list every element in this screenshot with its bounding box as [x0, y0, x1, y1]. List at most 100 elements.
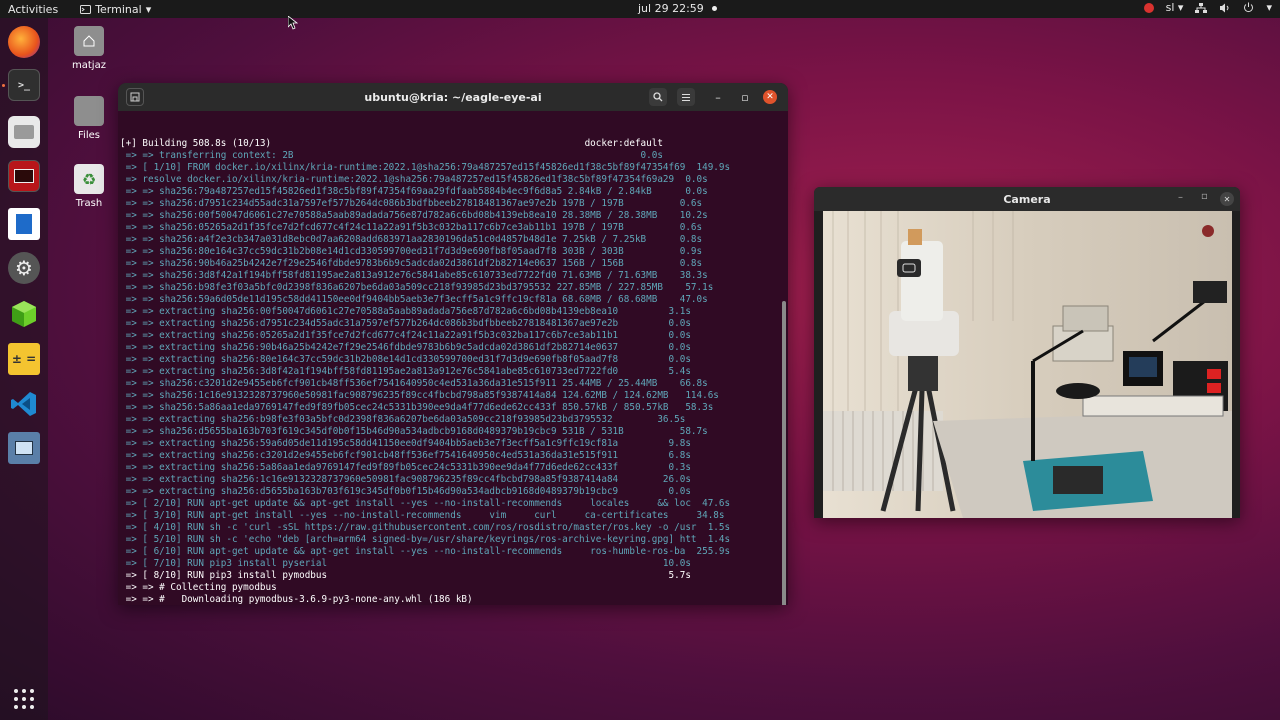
cube-icon — [12, 301, 36, 327]
terminal-line: => => extracting sha256:59a6d05de11d195c… — [120, 438, 691, 449]
close-icon[interactable]: ✕ — [763, 90, 777, 104]
maximize-icon[interactable]: ▫ — [736, 88, 754, 106]
files-icon[interactable] — [8, 116, 40, 148]
terminal-icon[interactable]: >_ — [8, 69, 40, 101]
terminal-small-icon — [80, 4, 92, 14]
camera-window[interactable]: Camera – ▫ ✕ — [814, 187, 1240, 518]
mouse-pointer-icon — [288, 16, 298, 30]
maximize-icon[interactable]: ▫ — [1201, 191, 1208, 202]
terminal-line: => => extracting sha256:d5655ba163b703f6… — [120, 486, 691, 497]
terminal-line: => => sha256:90b46a25b4242e7f29e2546fdbd… — [120, 258, 703, 269]
terminal-line: => => # Collecting pymodbus — [120, 582, 277, 593]
camera-title: Camera — [1003, 193, 1051, 206]
remote-desktop-icon[interactable] — [8, 160, 40, 192]
clock[interactable]: jul 29 22:59 — [638, 2, 717, 15]
network-icon[interactable] — [1195, 2, 1208, 13]
trash-icon: ♻ — [74, 164, 104, 194]
vscode-logo-icon — [11, 392, 36, 416]
terminal-line: => => sha256:a4f2e3cb347a031d8ebc0d7aa62… — [120, 234, 703, 245]
desktop-icon-label: matjaz — [72, 60, 106, 71]
show-apps-grid-icon[interactable] — [8, 683, 40, 715]
chevron-down-icon[interactable]: ▾ — [1266, 1, 1272, 14]
terminal-scrollbar[interactable] — [782, 301, 786, 605]
desktop-files[interactable]: Files — [59, 96, 119, 141]
folder-shape — [14, 125, 34, 139]
search-glyph — [653, 92, 663, 102]
active-indicator — [2, 84, 5, 87]
settings-gear-icon[interactable]: ⚙ — [8, 252, 40, 284]
desktop-icon-label: Files — [78, 130, 100, 141]
terminal-header[interactable]: ubuntu@kria: ~/eagle-eye-ai – ▫ ✕ — [118, 83, 788, 111]
camera-scene-image — [823, 211, 1232, 518]
terminal-line: => => extracting sha256:90b46a25b4242e7f… — [120, 342, 691, 353]
activities-button[interactable]: Activities — [0, 3, 66, 16]
terminal-line: => => sha256:5a86aa1eda9769147fed9f89fb0… — [120, 402, 714, 413]
firefox-icon[interactable] — [8, 26, 40, 58]
writer-icon[interactable] — [8, 208, 40, 240]
terminal-line: => => sha256:00f50047d6061c27e70588a5aab… — [120, 210, 708, 221]
language-label: sl — [1165, 1, 1175, 14]
recording-icon[interactable] — [1143, 2, 1154, 13]
terminal-line: => => extracting sha256:1c16e91323287379… — [120, 474, 691, 485]
terminal-line: => => extracting sha256:b98fe3f03a5bfc0d… — [120, 414, 686, 425]
terminal-line: => => sha256:3d8f42a1f194bff58fd81195ae2… — [120, 270, 708, 281]
terminal-line: => => extracting sha256:5a86aa1eda976914… — [120, 462, 691, 473]
terminal-line: => => sha256:d7951c234d55adc31a7597ef577… — [120, 198, 703, 209]
terminal-line: => => extracting sha256:c3201d2e9455eb6f… — [120, 450, 691, 461]
search-icon[interactable] — [649, 88, 667, 106]
desktop-icon-label: Trash — [75, 198, 103, 209]
desktop-trash[interactable]: ♻ Trash — [59, 164, 119, 209]
terminal-line: => => extracting sha256:3d8f42a1f194bff5… — [120, 366, 691, 377]
house-glyph — [83, 35, 95, 47]
terminal-line: => => extracting sha256:00f50047d6061c27… — [120, 306, 691, 317]
hamburger-menu-icon[interactable] — [677, 88, 695, 106]
home-folder-icon — [74, 26, 104, 56]
notification-dot-icon — [711, 6, 717, 11]
language-indicator[interactable]: sl ▾ — [1166, 1, 1184, 14]
terminal-line: => => sha256:05265a2d1f35fce7d2fcd677c4f… — [120, 222, 703, 233]
screenshot-tool-icon[interactable] — [8, 432, 40, 464]
terminal-line: => => sha256:80e164c37cc59dc31b2b08e14d1… — [120, 246, 703, 257]
terminal-line: => => sha256:59a6d05de11d195c58dd41150ee… — [120, 294, 708, 305]
terminal-line: => [ 8/10] RUN pip3 install pymodbus 5.7… — [120, 570, 691, 581]
terminal-output[interactable]: [+] Building 508.8s (10/13) docker:defau… — [118, 111, 788, 605]
chevron-down-icon: ▾ — [145, 2, 152, 16]
top-bar: Activities Terminal ▾ jul 29 22:59 sl ▾ … — [0, 0, 1280, 18]
app-menu[interactable]: Terminal ▾ — [80, 3, 151, 16]
folder-icon — [74, 96, 104, 126]
terminal-line: => [ 7/10] RUN pip3 install pyserial 10.… — [120, 558, 691, 569]
terminal-line: => => extracting sha256:05265a2d1f35fce7… — [120, 330, 691, 341]
terminal-line: => => sha256:b98fe3f03a5bfc0d2398f836a62… — [120, 282, 714, 293]
terminal-line: => => extracting sha256:80e164c37cc59dc3… — [120, 354, 691, 365]
power-icon[interactable] — [1243, 2, 1254, 13]
terminal-line: => => sha256:79a487257ed15f45826ed1f38c5… — [120, 186, 708, 197]
dock: >_ ⚙ ± = — [0, 18, 48, 720]
grid-dots — [14, 689, 34, 709]
volume-icon[interactable] — [1219, 3, 1231, 13]
calculator-icon[interactable]: ± = — [8, 343, 40, 375]
vscode-icon[interactable] — [8, 388, 40, 420]
terminal-line: => => sha256:c3201d2e9455eb6fcf901cb48ff… — [120, 378, 708, 389]
terminal-line: => [ 2/10] RUN apt-get update && apt-get… — [120, 498, 731, 509]
terminal-line: => => extracting sha256:d7951c234d55adc3… — [120, 318, 691, 329]
camera-feed — [823, 211, 1232, 518]
terminal-line: => [ 1/10] FROM docker.io/xilinx/kria-ru… — [120, 162, 731, 173]
screen-shape — [15, 441, 33, 455]
camera-header[interactable]: Camera – ▫ ✕ — [814, 187, 1240, 211]
terminal-line: [+] Building 508.8s (10/13) docker:defau… — [120, 138, 663, 149]
cube-app-icon[interactable] — [8, 298, 40, 330]
terminal-window[interactable]: ubuntu@kria: ~/eagle-eye-ai – ▫ ✕ [+] Bu… — [118, 83, 788, 605]
menu-glyph — [682, 93, 690, 101]
terminal-line: => [ 6/10] RUN apt-get update && apt-get… — [120, 546, 731, 557]
desktop-home-folder[interactable]: matjaz — [59, 26, 119, 71]
terminal-line: => => sha256:1c16e9132328737960e50981fac… — [120, 390, 719, 401]
close-icon[interactable]: ✕ — [1220, 192, 1234, 206]
terminal-line: => resolve docker.io/xilinx/kria-runtime… — [120, 174, 708, 185]
terminal-line: => [ 3/10] RUN apt-get install --yes --n… — [120, 510, 725, 521]
document-lines — [16, 214, 32, 234]
minimize-icon[interactable]: – — [709, 88, 727, 106]
terminal-line: => [ 5/10] RUN sh -c 'echo "deb [arch=ar… — [120, 534, 731, 545]
minimize-icon[interactable]: – — [1178, 192, 1183, 203]
terminal-line: => => sha256:d5655ba163b703f619c345df0b0… — [120, 426, 708, 437]
system-tray: sl ▾ ▾ — [1143, 1, 1272, 14]
